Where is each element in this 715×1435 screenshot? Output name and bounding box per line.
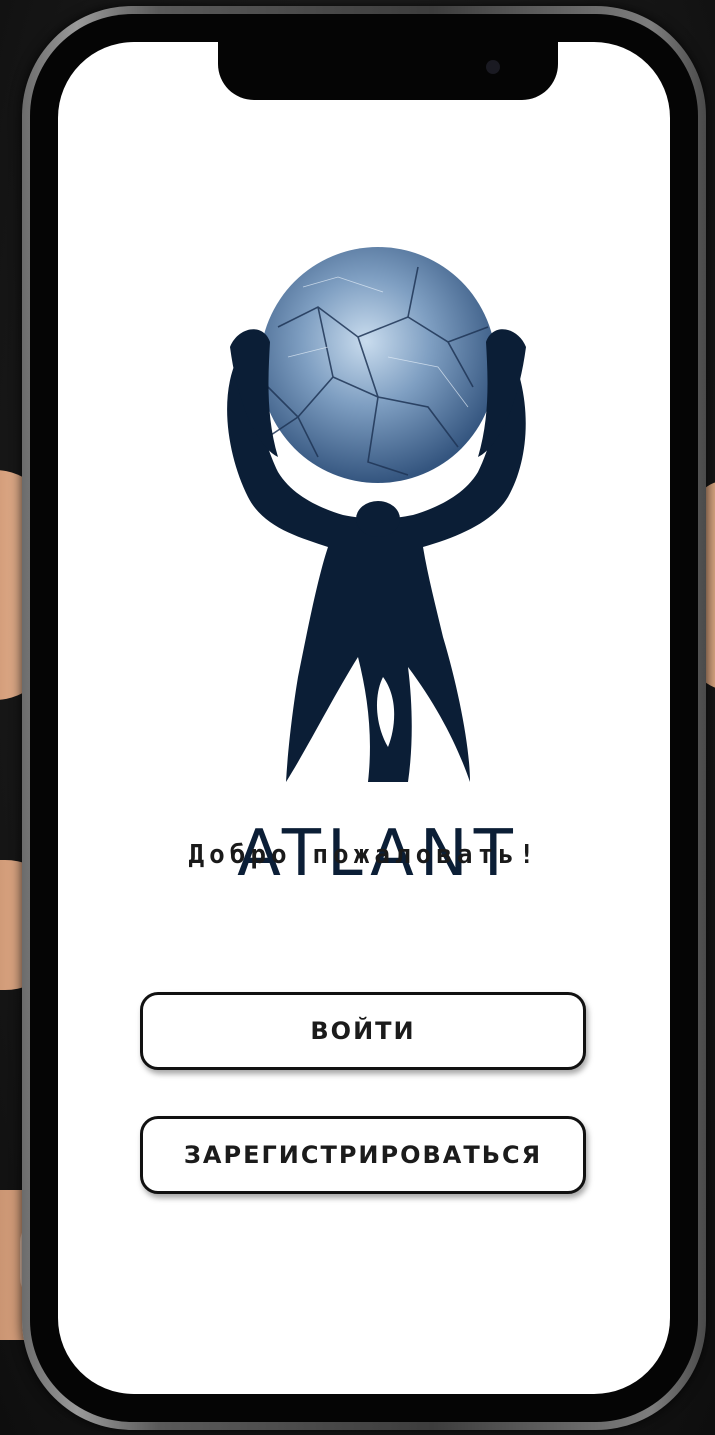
login-button[interactable]: ВОЙТИ bbox=[140, 992, 586, 1070]
login-button-label: ВОЙТИ bbox=[310, 1017, 416, 1045]
front-camera-icon bbox=[486, 60, 500, 74]
app-screen: ATLANT Добро пожаловать! ВОЙТИ ЗАРЕГИСТР… bbox=[58, 42, 670, 1394]
welcome-heading: Добро пожаловать! bbox=[188, 840, 540, 870]
phone-frame: ATLANT Добро пожаловать! ВОЙТИ ЗАРЕГИСТР… bbox=[22, 6, 706, 1430]
register-button[interactable]: ЗАРЕГИСТРИРОВАТЬСЯ bbox=[140, 1116, 586, 1194]
atlas-logo-icon: ATLANT bbox=[208, 247, 548, 891]
phone-notch bbox=[218, 42, 558, 100]
register-button-label: ЗАРЕГИСТРИРОВАТЬСЯ bbox=[183, 1141, 543, 1169]
background-scene: ATLANT Добро пожаловать! ВОЙТИ ЗАРЕГИСТР… bbox=[0, 0, 715, 1435]
phone-bezel: ATLANT Добро пожаловать! ВОЙТИ ЗАРЕГИСТР… bbox=[30, 14, 698, 1422]
